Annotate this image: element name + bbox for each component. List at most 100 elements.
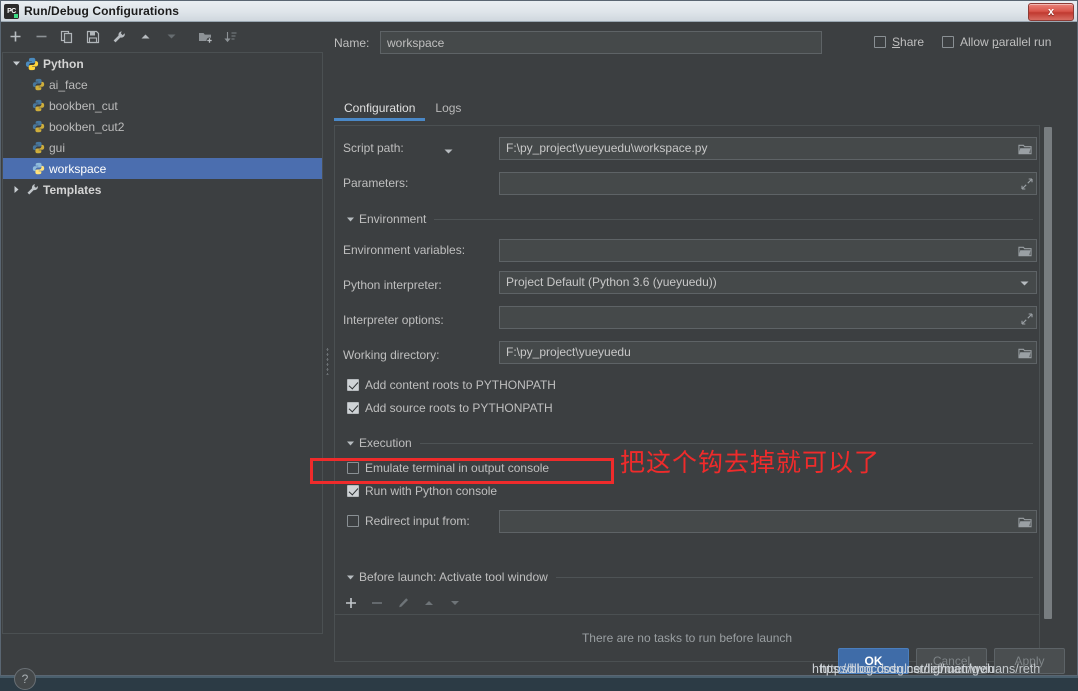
redirect-input-checkbox[interactable]: Redirect input from:: [347, 514, 470, 528]
share-checkbox[interactable]: Share: [874, 35, 924, 49]
add-content-roots-label: Add content roots to PYTHONPATH: [365, 378, 556, 392]
expand-arrow-icon[interactable]: [343, 571, 357, 583]
collapse-arrow-icon[interactable]: [9, 183, 23, 197]
python-file-icon: [29, 98, 47, 114]
redirect-input-field[interactable]: [499, 510, 1037, 533]
tree-item-label: ai_face: [49, 78, 88, 92]
watermark-text-overlay: httpsdlbocdosglcsrdet/metrlgviuans/reth: [820, 662, 1041, 676]
expand-arrow-icon[interactable]: [9, 57, 23, 71]
copy-configuration-button[interactable]: [54, 25, 80, 49]
before-launch-section-header[interactable]: Before launch: Activate tool window: [343, 570, 1033, 584]
move-down-button[interactable]: [158, 25, 184, 49]
name-input[interactable]: [380, 31, 822, 54]
save-configuration-button[interactable]: [80, 25, 106, 49]
add-content-roots-checkbox[interactable]: Add content roots to PYTHONPATH: [347, 378, 556, 392]
before-launch-toolbar: [338, 592, 638, 614]
dialog-titlebar: PC Run/Debug Configurations x: [1, 1, 1077, 22]
wrench-icon: [23, 182, 41, 198]
background-statusbar: [0, 676, 1078, 691]
environment-variables-browse-icon[interactable]: [1017, 243, 1033, 259]
redirect-input-label: Redirect input from:: [365, 514, 470, 528]
script-path-label: Script path:: [343, 141, 404, 155]
sort-configurations-button[interactable]: [218, 25, 244, 49]
tab-configuration[interactable]: Configuration: [334, 98, 426, 121]
working-directory-browse-icon[interactable]: [1017, 345, 1033, 361]
tree-item-label: workspace: [49, 162, 107, 176]
environment-section-header[interactable]: Environment: [343, 212, 1033, 226]
name-label: Name:: [334, 35, 370, 50]
script-path-field[interactable]: F:\py_project\yueyuedu\workspace.py: [499, 137, 1037, 160]
tab-logs[interactable]: Logs: [425, 98, 471, 121]
tree-item-label: bookben_cut: [49, 99, 118, 113]
python-interpreter-label: Python interpreter:: [343, 278, 442, 292]
tree-node-python[interactable]: Python: [3, 53, 322, 74]
working-directory-label: Working directory:: [343, 348, 440, 362]
environment-variables-label: Environment variables:: [343, 243, 466, 257]
tree-item-workspace[interactable]: workspace: [3, 158, 322, 179]
edit-task-button[interactable]: [390, 593, 416, 613]
remove-task-button[interactable]: [364, 593, 390, 613]
allow-parallel-run-label: Allow parallel run: [960, 35, 1052, 49]
python-file-icon: [29, 119, 47, 135]
configurations-toolbar: [2, 22, 323, 51]
expand-arrow-icon[interactable]: [343, 437, 357, 449]
python-icon: [23, 56, 41, 72]
form-scrollbar[interactable]: [1041, 125, 1055, 647]
remove-configuration-button[interactable]: [28, 25, 54, 49]
environment-variables-field[interactable]: [499, 239, 1037, 262]
python-interpreter-dropdown-icon[interactable]: [1019, 276, 1031, 288]
edit-templates-button[interactable]: [106, 25, 132, 49]
tree-item-gui[interactable]: gui: [3, 137, 322, 158]
allow-parallel-run-checkbox[interactable]: Allow parallel run: [942, 35, 1051, 49]
tree-item-bookben-cut2[interactable]: bookben_cut2: [3, 116, 322, 137]
before-launch-empty-text: There are no tasks to run before launch: [581, 631, 793, 645]
configurations-panel: Python ai_face bookben_cut bookben_cut2 …: [2, 22, 323, 690]
tree-node-label: Templates: [43, 183, 102, 197]
move-task-up-button[interactable]: [416, 593, 442, 613]
python-file-icon: [29, 140, 47, 156]
checkbox-box: [347, 379, 359, 391]
move-task-down-button[interactable]: [442, 593, 468, 613]
checkbox-box: [942, 36, 954, 48]
new-folder-button[interactable]: [192, 25, 218, 49]
close-icon: x: [1047, 5, 1055, 18]
configurations-tree[interactable]: Python ai_face bookben_cut bookben_cut2 …: [2, 52, 323, 634]
checkbox-box: [874, 36, 886, 48]
share-label: Share: [892, 35, 925, 49]
configuration-form: Script path: F:\py_project\yueyuedu\work…: [334, 125, 1040, 647]
python-interpreter-combo[interactable]: Project Default (Python 3.6 (yueyuedu)): [499, 271, 1037, 294]
editor-tabs: Configuration Logs: [334, 98, 1054, 124]
run-with-python-console-checkbox[interactable]: Run with Python console: [347, 484, 497, 498]
run-with-python-console-label: Run with Python console: [365, 484, 498, 498]
tree-item-label: gui: [49, 141, 66, 155]
tree-item-ai-face[interactable]: ai_face: [3, 74, 322, 95]
add-source-roots-checkbox[interactable]: Add source roots to PYTHONPATH: [347, 401, 553, 415]
add-task-button[interactable]: [338, 593, 364, 613]
add-configuration-button[interactable]: [2, 25, 28, 49]
expand-arrow-icon[interactable]: [343, 213, 357, 225]
tree-node-templates[interactable]: Templates: [3, 179, 322, 200]
move-up-button[interactable]: [132, 25, 158, 49]
checkbox-box: [347, 485, 359, 497]
section-divider: [434, 218, 1033, 220]
interpreter-options-expand-icon[interactable]: [1019, 311, 1035, 327]
close-window-button[interactable]: x: [1028, 3, 1074, 21]
panel-splitter[interactable]: [324, 22, 332, 636]
annotation-highlight-box: [310, 458, 614, 484]
interpreter-options-field[interactable]: [499, 306, 1037, 329]
parameters-field[interactable]: [499, 172, 1037, 195]
annotation-note-text: 把这个钩去掉就可以了: [620, 448, 881, 477]
interpreter-options-label: Interpreter options:: [343, 313, 444, 327]
scrollbar-thumb[interactable]: [1044, 127, 1052, 619]
working-directory-field[interactable]: F:\py_project\yueyuedu: [499, 341, 1037, 364]
script-path-browse-icon[interactable]: [1017, 141, 1033, 157]
add-source-roots-label: Add source roots to PYTHONPATH: [365, 401, 553, 415]
parameters-expand-icon[interactable]: [1019, 176, 1035, 192]
tree-item-bookben-cut[interactable]: bookben_cut: [3, 95, 322, 116]
tree-node-label: Python: [43, 57, 84, 71]
execution-section-label: Execution: [359, 436, 412, 450]
script-path-dropdown-icon[interactable]: [443, 144, 455, 156]
help-button[interactable]: ?: [14, 668, 36, 690]
question-mark-icon: ?: [21, 672, 29, 686]
redirect-input-browse-icon[interactable]: [1017, 514, 1033, 530]
